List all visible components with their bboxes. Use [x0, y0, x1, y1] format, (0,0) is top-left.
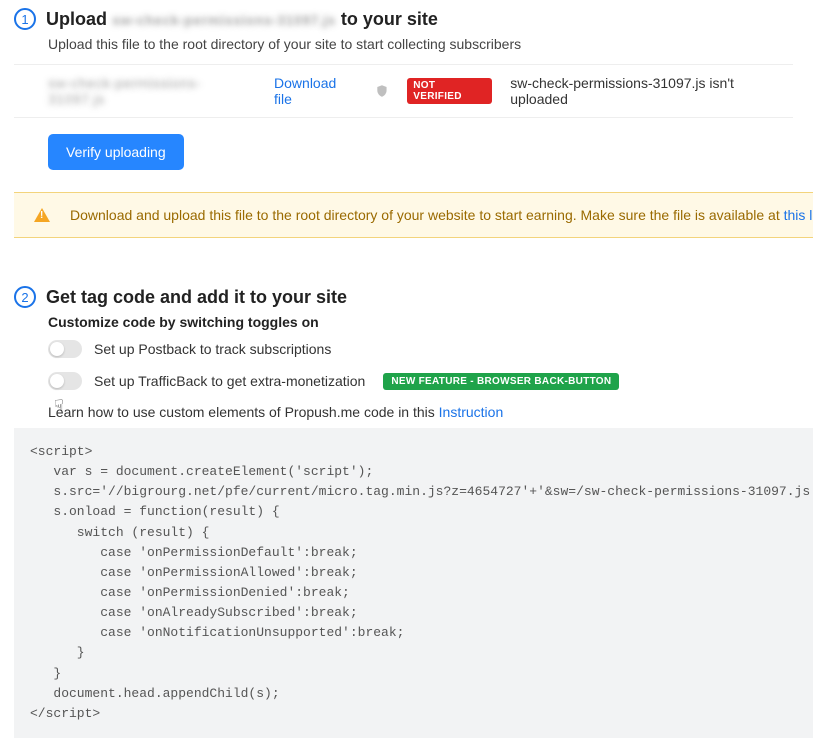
- toggle-postback-label: Set up Postback to track subscriptions: [94, 341, 331, 357]
- blurred-filename-row: sw-check-permissions-31097.js: [48, 75, 256, 107]
- step-2-body: Customize code by switching toggles on S…: [48, 314, 793, 738]
- toggle-trafficback[interactable]: [48, 372, 82, 390]
- learn-line: Learn how to use custom elements of Prop…: [48, 404, 793, 420]
- toggle-postback[interactable]: [48, 340, 82, 358]
- warning-text: Download and upload this file to the roo…: [70, 207, 813, 223]
- step-2: 2 Get tag code and add it to your site C…: [0, 278, 813, 738]
- not-verified-badge: NOT VERIFIED: [407, 78, 492, 104]
- step-1-subtext: Upload this file to the root directory o…: [48, 36, 793, 52]
- step-number-badge: 2: [14, 286, 36, 308]
- code-snippet[interactable]: <script> var s = document.createElement(…: [14, 428, 813, 738]
- alert-prefix: Download and upload this file to the roo…: [70, 207, 784, 223]
- step-1: 1 Upload sw-check-permissions-31097.js t…: [0, 0, 813, 238]
- blurred-filename: sw-check-permissions-31097.js: [112, 12, 336, 28]
- warning-alert: Download and upload this file to the roo…: [14, 192, 813, 238]
- toggle-trafficback-wrap: ☟: [48, 372, 82, 390]
- file-status-row: sw-check-permissions-31097.js Download f…: [14, 64, 793, 118]
- upload-status-text: sw-check-permissions-31097.js isn't uplo…: [510, 75, 793, 107]
- toggle-trafficback-row: ☟ Set up TrafficBack to get extra-moneti…: [48, 372, 793, 390]
- new-feature-badge: NEW FEATURE - BROWSER BACK-BUTTON: [383, 373, 619, 390]
- toggle-postback-row: Set up Postback to track subscriptions: [48, 340, 793, 358]
- download-file-link[interactable]: Download file: [274, 75, 357, 107]
- title-suffix: to your site: [336, 9, 438, 29]
- step-2-title: Get tag code and add it to your site: [46, 287, 347, 308]
- title-prefix: Upload: [46, 9, 112, 29]
- step-number-badge: 1: [14, 8, 36, 30]
- toggles-heading: Customize code by switching toggles on: [48, 314, 793, 330]
- step-2-header: 2 Get tag code and add it to your site: [14, 278, 793, 308]
- shield-icon: [375, 83, 389, 99]
- step-1-body: Upload this file to the root directory o…: [48, 36, 793, 238]
- alert-this-link[interactable]: this link: [784, 207, 813, 223]
- warning-icon: [34, 208, 50, 222]
- step-1-title: Upload sw-check-permissions-31097.js to …: [46, 9, 438, 30]
- toggle-trafficback-label: Set up TrafficBack to get extra-monetiza…: [94, 373, 365, 389]
- step-1-header: 1 Upload sw-check-permissions-31097.js t…: [14, 0, 793, 30]
- verify-uploading-button[interactable]: Verify uploading: [48, 134, 184, 170]
- learn-prefix: Learn how to use custom elements of Prop…: [48, 404, 439, 420]
- instruction-link[interactable]: Instruction: [439, 404, 504, 420]
